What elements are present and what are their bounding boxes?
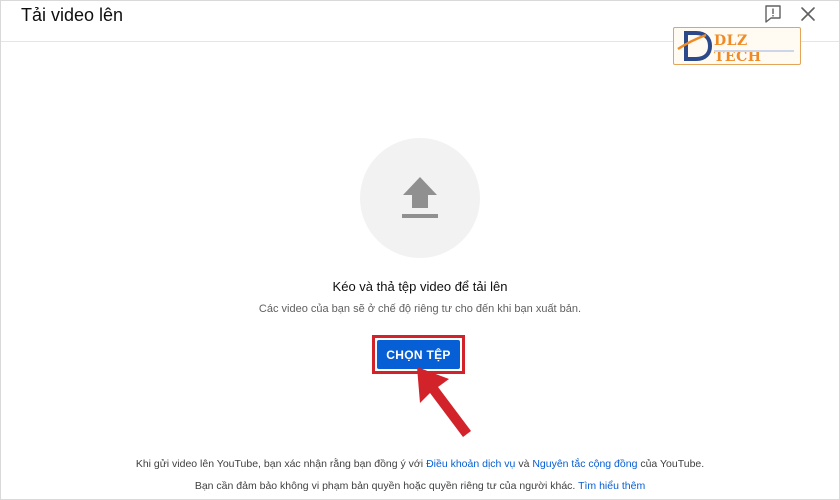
copyright-text: Bạn cần đảm bảo không vi phạm bản quyền … <box>194 480 576 492</box>
feedback-button[interactable] <box>763 4 783 24</box>
brand-tagline-line <box>714 50 794 52</box>
upload-dialog: Tải video lên DLZ TECH Kéo và thả tệp vi… <box>0 0 840 500</box>
learn-more-link[interactable]: Tìm hiểu thêm <box>578 480 645 492</box>
terms-and: và <box>518 458 530 470</box>
dlz-tech-watermark: DLZ TECH <box>673 27 801 65</box>
close-button[interactable] <box>798 4 818 24</box>
terms-of-service-link[interactable]: Điều khoản dịch vụ <box>426 458 515 470</box>
copyright-notice: Bạn cần đảm bảo không vi phạm bản quyền … <box>1 480 839 492</box>
drag-drop-instruction: Kéo và thả tệp video để tải lên <box>332 279 508 294</box>
privacy-notice: Các video của bạn sẽ ở chế độ riêng tư c… <box>258 303 582 315</box>
dlz-logo-mark <box>677 31 713 61</box>
upload-drop-circle[interactable] <box>360 138 480 258</box>
dialog-title: Tải video lên <box>21 5 124 25</box>
red-arrow-icon <box>417 367 471 437</box>
terms-prefix: Khi gửi video lên YouTube, bạn xác nhận … <box>135 458 424 470</box>
feedback-icon <box>765 5 781 23</box>
terms-notice: Khi gửi video lên YouTube, bạn xác nhận … <box>1 458 839 470</box>
terms-suffix: của YouTube. <box>640 458 705 470</box>
brand-name: DLZ TECH <box>714 33 762 65</box>
upload-arrow-icon <box>402 177 438 218</box>
community-guidelines-link[interactable]: Nguyên tắc cộng đồng <box>532 458 637 470</box>
close-icon <box>801 7 815 21</box>
